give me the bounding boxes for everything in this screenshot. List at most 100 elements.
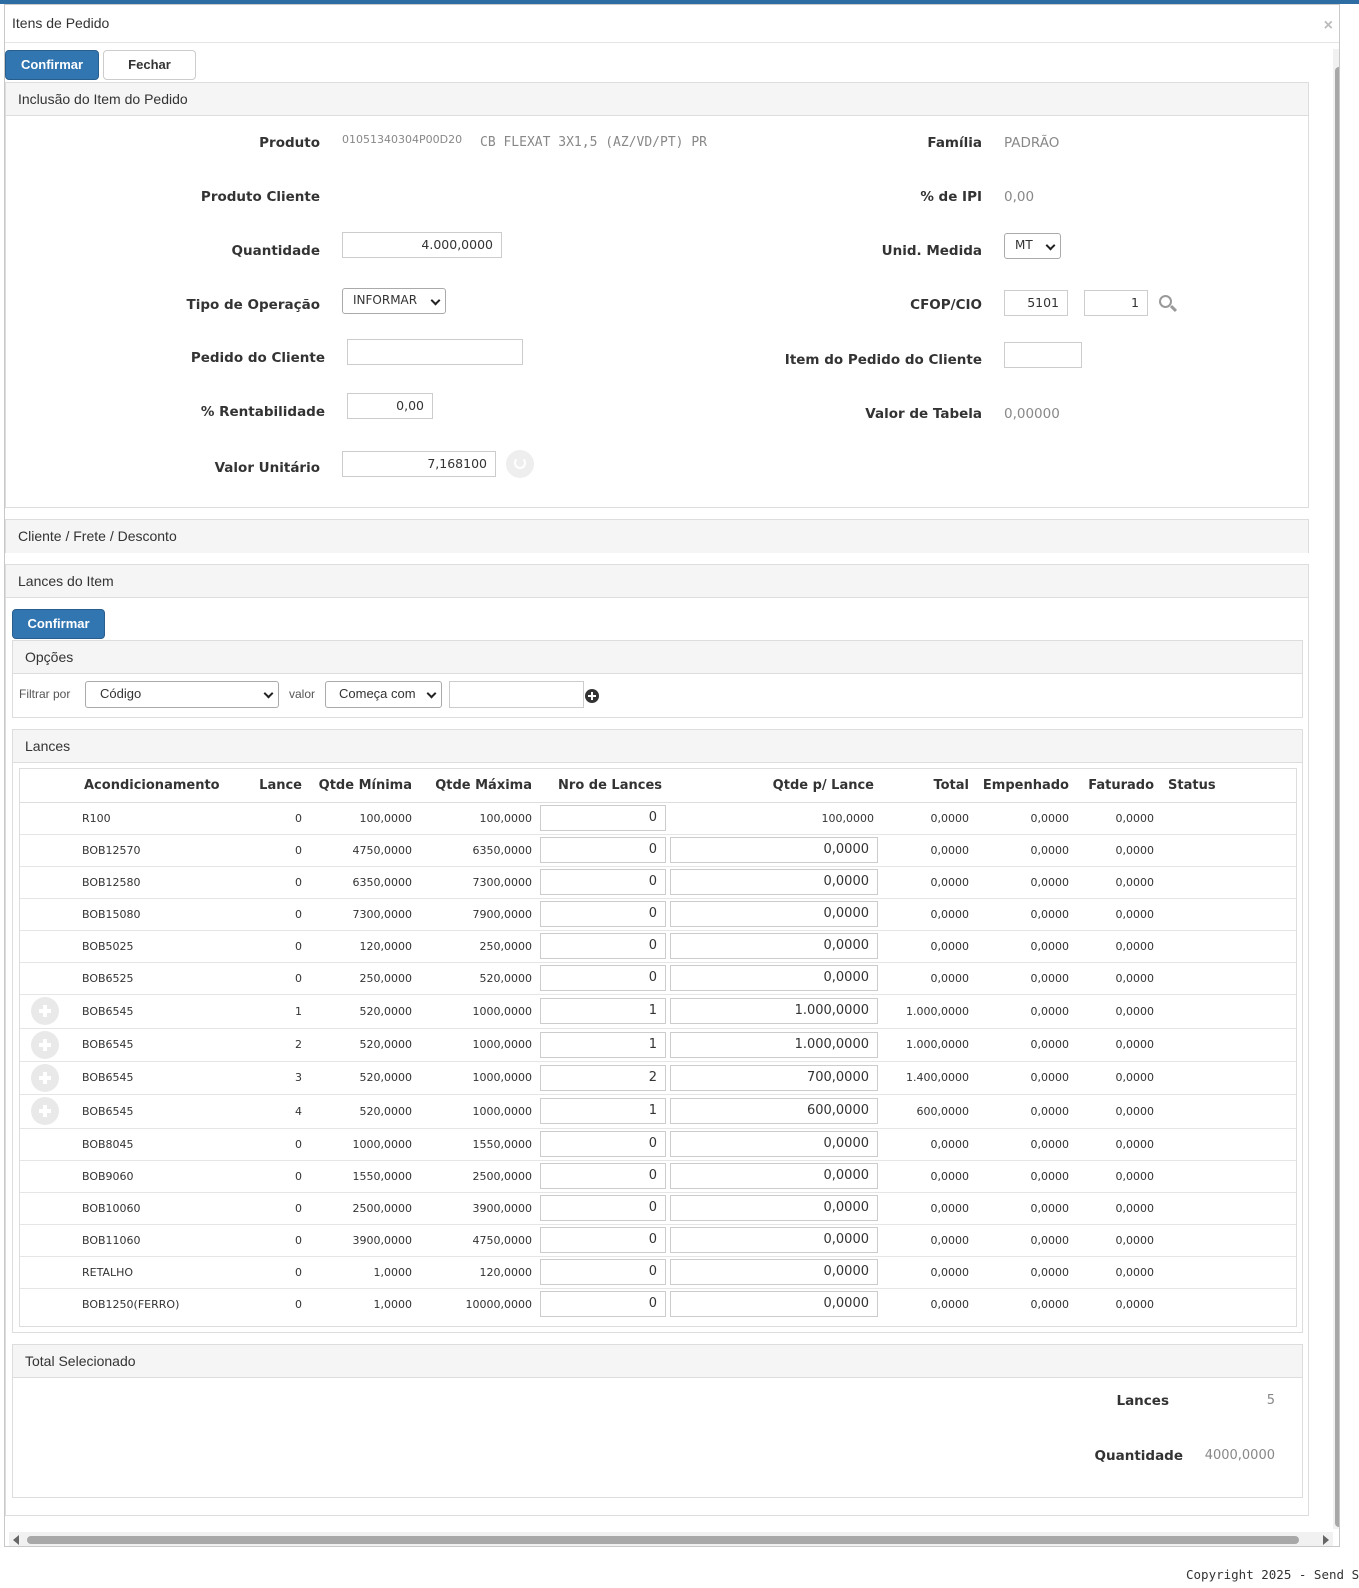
col-header-faturado[interactable]: Faturado bbox=[1075, 769, 1160, 803]
acondicionamento-cell: BOB15080 bbox=[70, 897, 250, 930]
qtde-minima-cell: 520,0000 bbox=[308, 1027, 418, 1061]
nro-lances-input[interactable]: 0 bbox=[540, 1291, 666, 1318]
nro-lances-input[interactable]: 0 bbox=[540, 1227, 666, 1253]
valor-unitario-input[interactable]: 7,168100 bbox=[342, 451, 496, 477]
condicao-select[interactable]: Começa com bbox=[325, 681, 442, 708]
lances-confirm-button[interactable]: Confirmar bbox=[12, 609, 105, 639]
empenhado-cell: 0,0000 bbox=[975, 1223, 1075, 1256]
qtde-p-lance-input[interactable]: 0,0000 bbox=[670, 1291, 878, 1318]
qtde-p-lance-input[interactable]: 0,0000 bbox=[670, 837, 878, 863]
vertical-scrollbar-thumb[interactable] bbox=[1335, 67, 1339, 1527]
rentabilidade-input[interactable]: 0,00 bbox=[347, 393, 433, 419]
qtde-minima-cell: 520,0000 bbox=[308, 1093, 418, 1128]
scroll-left-icon[interactable] bbox=[13, 1535, 19, 1545]
nro-lances-input[interactable]: 0 bbox=[540, 869, 666, 895]
col-header-qtde-minima[interactable]: Qtde Mínima bbox=[308, 769, 418, 803]
qtde-p-lance-input[interactable]: 0,0000 bbox=[670, 1163, 878, 1189]
add-filter-icon[interactable] bbox=[585, 689, 599, 703]
horizontal-scrollbar[interactable] bbox=[9, 1532, 1333, 1546]
nro-lances-cell: 0 bbox=[538, 1223, 668, 1256]
filtrar-select[interactable]: Código bbox=[85, 681, 279, 708]
qtde-p-lance-input[interactable]: 1.000,0000 bbox=[670, 1031, 878, 1058]
filtrar-label: Filtrar por bbox=[19, 687, 71, 701]
acondicionamento-cell: R100 bbox=[70, 801, 250, 834]
nro-lances-input[interactable]: 0 bbox=[540, 1259, 666, 1285]
tipo-operacao-select[interactable]: INFORMAR bbox=[342, 288, 446, 314]
expand-plus-icon[interactable] bbox=[31, 1097, 59, 1125]
total-selecionado-title: Total Selecionado bbox=[13, 1345, 1302, 1378]
close-button[interactable]: Fechar bbox=[103, 50, 196, 80]
vertical-scrollbar[interactable] bbox=[1333, 49, 1339, 1529]
col-header-empenhado[interactable]: Empenhado bbox=[975, 769, 1075, 803]
nro-lances-input[interactable]: 1 bbox=[540, 1098, 666, 1124]
opcoes-panel: Opções Filtrar por Código valor Começa c… bbox=[12, 640, 1303, 718]
qtde-p-lance-cell: 0,0000 bbox=[668, 1287, 880, 1320]
lance-cell: 0 bbox=[250, 801, 308, 834]
col-header-total[interactable]: Total bbox=[880, 769, 975, 803]
nro-lances-input[interactable]: 0 bbox=[540, 901, 666, 927]
cliente-frete-panel[interactable]: Cliente / Frete / Desconto bbox=[5, 519, 1309, 553]
qtde-p-lance-input[interactable]: 0,0000 bbox=[670, 933, 878, 959]
lance-cell: 0 bbox=[250, 897, 308, 930]
qtde-p-lance-input[interactable]: 0,0000 bbox=[670, 965, 878, 991]
pedido-cliente-input[interactable] bbox=[347, 339, 523, 365]
qtde-p-lance-input[interactable]: 1.000,0000 bbox=[670, 998, 878, 1024]
expand-plus-icon[interactable] bbox=[31, 1030, 59, 1059]
qtde-p-lance-input[interactable]: 0,0000 bbox=[670, 1227, 878, 1253]
lance-cell: 3 bbox=[250, 1060, 308, 1094]
quantidade-input[interactable]: 4.000,0000 bbox=[342, 232, 502, 258]
qtde-p-lance-input[interactable]: 700,0000 bbox=[670, 1064, 878, 1091]
nro-lances-input[interactable]: 1 bbox=[540, 1031, 666, 1058]
search-icon[interactable] bbox=[1159, 295, 1179, 315]
col-header-qtde-maxima[interactable]: Qtde Máxima bbox=[418, 769, 538, 803]
col-header-status[interactable]: Status bbox=[1160, 769, 1296, 803]
qtde-maxima-cell: 1000,0000 bbox=[418, 1060, 538, 1094]
refresh-button[interactable] bbox=[506, 450, 534, 478]
confirm-button[interactable]: Confirmar bbox=[5, 50, 99, 80]
expand-plus-icon[interactable] bbox=[31, 997, 59, 1025]
nro-lances-input[interactable]: 2 bbox=[540, 1064, 666, 1091]
itens-pedido-dialog: Itens de Pedido × Confirmar Fechar Inclu… bbox=[4, 4, 1340, 1547]
nro-lances-input[interactable]: 0 bbox=[540, 1163, 666, 1189]
nro-lances-input[interactable]: 0 bbox=[540, 805, 666, 831]
cliente-frete-title[interactable]: Cliente / Frete / Desconto bbox=[6, 520, 1308, 553]
qtde-maxima-cell: 6350,0000 bbox=[418, 833, 538, 866]
qtde-p-lance-input[interactable]: 0,0000 bbox=[670, 869, 878, 895]
nro-lances-input[interactable]: 1 bbox=[540, 998, 666, 1024]
nro-lances-input[interactable]: 0 bbox=[540, 933, 666, 959]
lances-panel: Lances Acondicionamento Lance Qtde Mínim… bbox=[12, 729, 1303, 1333]
qtde-p-lance-cell: 0,0000 bbox=[668, 1159, 880, 1192]
nro-lances-input[interactable]: 0 bbox=[540, 1195, 666, 1221]
empenhado-cell: 0,0000 bbox=[975, 1127, 1075, 1160]
expand-cell bbox=[20, 801, 70, 834]
scroll-right-icon[interactable] bbox=[1323, 1535, 1329, 1545]
cio-input[interactable]: 1 bbox=[1084, 290, 1148, 316]
unid-medida-select[interactable]: MT bbox=[1004, 233, 1061, 259]
nro-lances-input[interactable]: 0 bbox=[540, 1131, 666, 1157]
qtde-p-lance-cell: 0,0000 bbox=[668, 865, 880, 898]
qtde-p-lance-input[interactable]: 0,0000 bbox=[670, 901, 878, 927]
lances-item-panel: Lances do Item Confirmar Opções Filtrar … bbox=[5, 564, 1309, 1516]
nro-lances-input[interactable]: 0 bbox=[540, 837, 666, 863]
qtde-p-lance-input[interactable]: 0,0000 bbox=[670, 1259, 878, 1285]
col-header-acondicionamento[interactable]: Acondicionamento bbox=[70, 769, 250, 803]
col-header-nro-lances[interactable]: Nro de Lances bbox=[538, 769, 668, 803]
table-row: BOB9060 0 1550,0000 2500,0000 0 0,0000 0,0000 0… bbox=[20, 1159, 1296, 1192]
expand-plus-icon[interactable] bbox=[31, 1063, 59, 1092]
nro-lances-input[interactable]: 0 bbox=[540, 965, 666, 991]
filter-value-input[interactable] bbox=[449, 681, 584, 708]
faturado-cell: 0,0000 bbox=[1075, 897, 1160, 930]
col-header-qtde-p-lance[interactable]: Qtde p/ Lance bbox=[668, 769, 880, 803]
close-icon[interactable]: × bbox=[1324, 17, 1333, 35]
item-pedido-cliente-input[interactable] bbox=[1004, 342, 1082, 368]
table-row: BOB6545 4 520,0000 1000,0000 1 600,0000 600,00… bbox=[20, 1093, 1296, 1128]
chevron-down-icon bbox=[426, 688, 437, 699]
cfop-input[interactable]: 5101 bbox=[1004, 290, 1068, 316]
qtde-p-lance-input[interactable]: 0,0000 bbox=[670, 1131, 878, 1157]
qtde-p-lance-input[interactable]: 0,0000 bbox=[670, 1195, 878, 1221]
col-header-lance[interactable]: Lance bbox=[250, 769, 308, 803]
horizontal-scrollbar-thumb[interactable] bbox=[27, 1536, 1299, 1544]
qtde-p-lance-input[interactable]: 600,0000 bbox=[670, 1098, 878, 1124]
faturado-cell: 0,0000 bbox=[1075, 1191, 1160, 1224]
empenhado-cell: 0,0000 bbox=[975, 1191, 1075, 1224]
